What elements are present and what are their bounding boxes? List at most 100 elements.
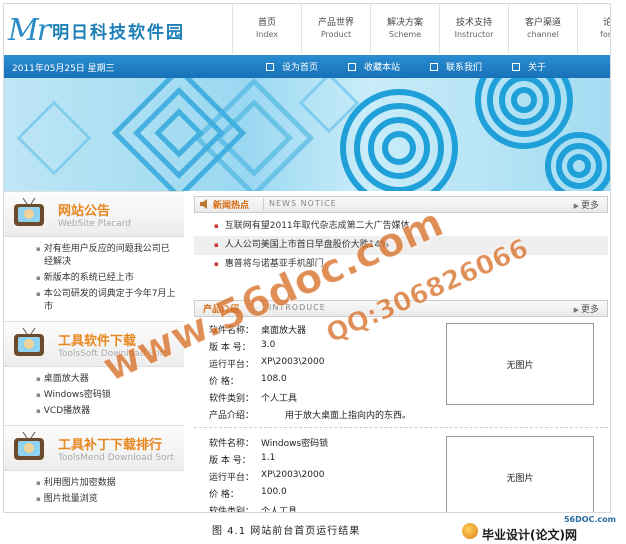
products-panel: 产品介绍 INTRODUCE ▶ 更多 软件名称： 桌面放大器 版 本 号： 3.0 …	[194, 300, 608, 513]
patch-ranking-list: 利用图片加密数据 图片批量浏览	[4, 471, 184, 512]
nav-label: 技术支持	[455, 18, 492, 28]
field-label: 软件类别：	[209, 507, 255, 513]
nav-label: 解决方案	[386, 18, 423, 28]
nav-forum[interactable]: 论坛forum	[577, 4, 611, 54]
figure-caption: 图 4.1 网站前台首页运行结果	[212, 526, 361, 537]
link-label: 联系我们	[446, 63, 483, 73]
announcement-subtitle: WebSite Placard	[58, 219, 131, 229]
field-label: 软件名称：	[209, 439, 255, 449]
logo-mark: Mr	[8, 12, 51, 48]
link-label: 收藏本站	[364, 63, 401, 73]
main-nav: 首页 Index 产品世界 Product 解决方案 Scheme 技术支持 Instr…	[232, 4, 611, 54]
tv-mascot-icon	[14, 328, 44, 356]
announcement-box: 网站公告 WebSite Placard 对有些用户反应的问题我公司已经解决 新…	[4, 191, 184, 321]
product-intro: 用于放大桌面上指向内的东西。	[285, 411, 412, 421]
product-name[interactable]: 桌面放大器	[261, 323, 306, 336]
current-date: 2011年05月25日 星期三	[12, 64, 115, 74]
nav-sublabel: channel	[527, 30, 559, 39]
patch-ranking-subtitle: ToolsMend Download Sort	[58, 453, 174, 463]
product-category: 个人工具	[261, 507, 298, 513]
set-homepage-link[interactable]: 设为首页	[266, 60, 318, 73]
banner-graphic	[16, 78, 610, 191]
field-label: 产品介绍：	[209, 411, 255, 421]
nav-product[interactable]: 产品世界 Product	[301, 4, 370, 54]
corner-logo: 56DOC.com 毕业设计(论文)网	[462, 515, 622, 543]
nav-scheme[interactable]: 解决方案 Scheme	[370, 4, 439, 54]
nav-channel[interactable]: 客户渠道 channel	[508, 4, 577, 54]
product-platform: XP\2003\2000	[261, 470, 325, 480]
bookmark-link[interactable]: 收藏本站	[348, 60, 400, 73]
list-item[interactable]: VCD播放器	[4, 405, 184, 418]
more-label: 更多	[580, 201, 599, 211]
list-item[interactable]: 对有些用户反应的问题我公司已经解决	[4, 243, 184, 269]
more-label: 更多	[580, 305, 599, 315]
patch-ranking-header: 工具补丁下载排行 ToolsMend Download Sort	[4, 425, 184, 471]
corner-text: 毕业设计(论文)网	[482, 528, 577, 542]
list-item[interactable]: Windows密码锁	[4, 389, 184, 402]
product-price-row: 价 格： 108.0	[209, 374, 287, 387]
tv-mascot-icon	[14, 198, 44, 226]
list-item[interactable]: 本公司研发的词典定于今年7月上市	[4, 288, 184, 314]
arrow-icon: ▶	[573, 306, 579, 314]
list-item[interactable]: 桌面放大器	[4, 373, 184, 386]
news-subtitle: NEWS NOTICE	[263, 198, 337, 210]
field-label: 价 格：	[209, 490, 239, 500]
arrow-icon: ▶	[573, 202, 579, 210]
nav-sublabel: Scheme	[388, 30, 422, 39]
product-price: 100.0	[261, 487, 287, 497]
product-platform: XP\2003\2000	[261, 357, 325, 367]
browser-page: Mr 明日科技软件园 首页 Index 产品世界 Product 解决方案 Schem…	[3, 3, 611, 513]
bullet-icon	[512, 62, 521, 71]
link-label: 关于	[528, 63, 547, 73]
product-item: 软件名称： 桌面放大器 版 本 号： 3.0 运行平台： XP\2003\2000 价…	[194, 317, 608, 428]
field-label: 软件类别：	[209, 394, 255, 404]
nav-label: 客户渠道	[524, 18, 561, 28]
corner-site: 56DOC.com	[563, 515, 616, 524]
product-price-row: 价 格： 100.0	[209, 487, 287, 500]
product-category-row: 软件类别： 个人工具	[209, 391, 297, 404]
ball-icon	[462, 523, 478, 539]
announcement-header: 网站公告 WebSite Placard	[4, 191, 184, 237]
product-item: 软件名称： Windows密码锁 版 本 号： 1.1 运行平台： XP\2003\2…	[194, 428, 608, 513]
list-item[interactable]: 新版本的系统已经上市	[4, 272, 184, 285]
hero-banner	[4, 78, 610, 191]
bullet-icon	[430, 62, 439, 71]
nav-sublabel: forum	[600, 30, 611, 39]
list-item[interactable]: 图片批量浏览	[4, 493, 184, 506]
news-header: 新闻热点 NEWS NOTICE ▶ 更多	[194, 196, 608, 213]
nav-index[interactable]: 首页 Index	[232, 4, 301, 54]
list-item[interactable]: 利用图片加密数据	[4, 477, 184, 490]
site-header: Mr 明日科技软件园 首页 Index 产品世界 Product 解决方案 Schem…	[4, 4, 610, 54]
nav-sublabel: Instructor	[454, 30, 494, 39]
announcement-title: 网站公告	[58, 204, 111, 219]
link-label: 设为首页	[282, 63, 319, 73]
product-platform-row: 运行平台： XP\2003\2000	[209, 470, 324, 483]
top-links: 设为首页 收藏本站 联系我们 关于	[266, 60, 576, 73]
nav-sublabel: Index	[255, 30, 279, 39]
field-label: 运行平台：	[209, 473, 255, 483]
nav-instructor[interactable]: 技术支持 Instructor	[439, 4, 508, 54]
field-label: 版 本 号：	[209, 456, 251, 466]
nav-sublabel: Product	[320, 30, 352, 39]
product-price: 108.0	[261, 374, 287, 384]
product-version: 1.1	[261, 453, 276, 463]
product-name-row: 软件名称： Windows密码锁	[209, 436, 328, 449]
news-title: 新闻热点	[213, 201, 250, 211]
news-more-link[interactable]: ▶ 更多	[574, 198, 599, 211]
patch-ranking-box: 工具补丁下载排行 ToolsMend Download Sort 利用图片加密数…	[4, 425, 184, 512]
product-image-placeholder[interactable]: 无图片	[446, 323, 594, 405]
field-label: 运行平台：	[209, 360, 255, 370]
about-link[interactable]: 关于	[512, 60, 546, 73]
tv-mascot-icon	[14, 432, 44, 460]
nav-label: 首页	[257, 18, 276, 28]
product-name[interactable]: Windows密码锁	[261, 436, 328, 449]
product-version: 3.0	[261, 340, 276, 350]
product-category: 个人工具	[261, 394, 298, 404]
speaker-icon	[200, 199, 207, 209]
announcement-list: 对有些用户反应的问题我公司已经解决 新版本的系统已经上市 本公司研发的词典定于今…	[4, 237, 184, 321]
products-more-link[interactable]: ▶ 更多	[574, 302, 599, 315]
site-logo[interactable]: Mr 明日科技软件园	[8, 10, 185, 50]
logo-text: 明日科技软件园	[52, 22, 186, 43]
product-image-placeholder[interactable]: 无图片	[446, 436, 594, 512]
contact-link[interactable]: 联系我们	[430, 60, 482, 73]
